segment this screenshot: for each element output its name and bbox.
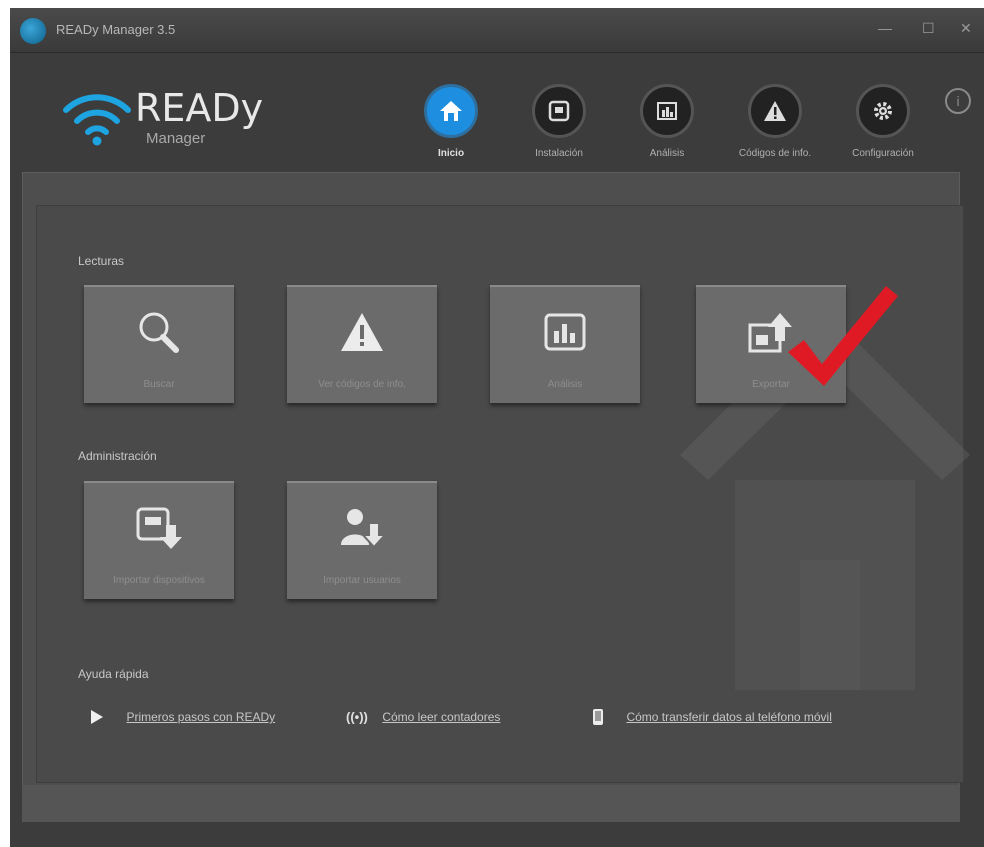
section-administration: Administración — [78, 449, 157, 463]
meter-icon — [532, 84, 586, 138]
section-quick-help: Ayuda rápida — [78, 667, 149, 681]
section-readings: Lecturas — [78, 254, 125, 268]
tile-search[interactable]: Buscar — [84, 285, 234, 403]
gear-icon — [856, 84, 910, 138]
nav-settings-label: Configuración — [852, 148, 914, 159]
status-footer — [22, 785, 960, 822]
maximize-button[interactable]: ☐ — [922, 20, 935, 37]
chart-icon — [640, 84, 694, 138]
nav-analysis[interactable]: Análisis — [622, 84, 712, 159]
tile-info-codes-label: Ver códigos de info. — [318, 379, 406, 390]
logo-title: READy — [135, 86, 264, 130]
signal-icon: ((•)) — [346, 709, 368, 725]
checkmark-icon — [788, 286, 898, 386]
search-icon — [139, 312, 179, 353]
phone-icon — [593, 709, 603, 725]
nav-home[interactable]: Inicio — [406, 84, 496, 159]
quick-link-getting-started[interactable]: Primeros pasos con READy — [90, 708, 275, 732]
quick-link-read-meters-label[interactable]: Cómo leer contadores — [382, 710, 500, 724]
warning-icon — [341, 313, 383, 351]
nav-home-label: Inicio — [437, 148, 465, 159]
nav-settings[interactable]: Configuración — [838, 84, 928, 159]
wifi-logo-icon — [63, 94, 131, 146]
quick-link-transfer-data-label[interactable]: Cómo transferir datos al teléfono móvil — [626, 710, 831, 724]
nav-installation-label: Instalación — [535, 148, 583, 159]
import-users-icon — [341, 509, 387, 549]
chart-icon — [544, 313, 586, 351]
tile-import-devices[interactable]: Importar dispositivos — [84, 481, 234, 599]
minimize-button[interactable]: — — [878, 20, 892, 36]
nav-info-codes[interactable]: Códigos de info. — [730, 84, 820, 159]
window-title: READy Manager 3.5 — [56, 22, 176, 37]
tile-import-users-label: Importar usuarios — [323, 575, 401, 586]
play-icon — [91, 709, 103, 724]
quick-link-read-meters[interactable]: ((•)) Cómo leer contadores — [346, 708, 500, 732]
close-button[interactable]: ✕ — [960, 20, 972, 37]
tile-search-label: Buscar — [143, 379, 175, 390]
tile-import-devices-label: Importar dispositivos — [113, 575, 205, 586]
app-icon — [20, 18, 46, 44]
tile-analysis[interactable]: Análisis — [490, 285, 640, 403]
quick-link-transfer-data[interactable]: Cómo transferir datos al teléfono móvil — [592, 708, 832, 732]
nav-info-codes-label: Códigos de info. — [738, 148, 812, 159]
tile-analysis-label: Análisis — [547, 379, 583, 390]
home-icon — [424, 84, 478, 138]
tile-import-users[interactable]: Importar usuarios — [287, 481, 437, 599]
tile-info-codes[interactable]: Ver códigos de info. — [287, 285, 437, 403]
nav-analysis-label: Análisis — [649, 148, 685, 159]
import-devices-icon — [136, 507, 182, 549]
logo-subtitle: Manager — [146, 130, 206, 147]
warning-icon — [748, 84, 802, 138]
info-icon[interactable]: i — [945, 88, 971, 114]
nav-installation[interactable]: Instalación — [514, 84, 604, 159]
quick-link-getting-started-label[interactable]: Primeros pasos con READy — [126, 710, 275, 724]
title-bar: READy Manager 3.5 — ☐ ✕ — [10, 8, 984, 53]
